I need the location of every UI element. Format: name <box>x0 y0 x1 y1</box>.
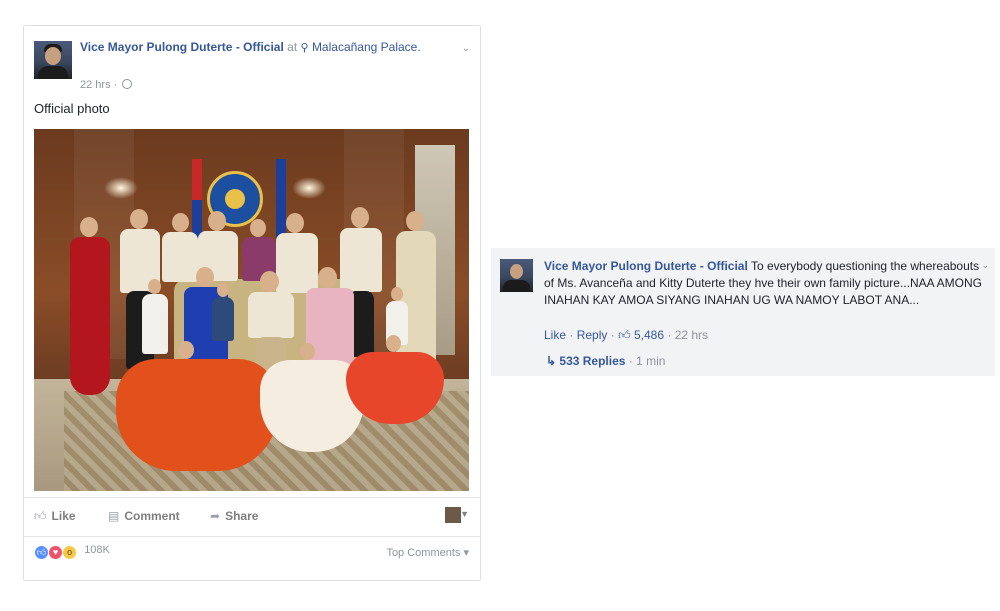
love-reaction-icon[interactable]: ♥ <box>48 545 64 560</box>
wow-reaction-icon[interactable]: o <box>62 545 78 560</box>
replies-time: 1 min <box>636 354 666 368</box>
reactions-bar: 👍︎ ♥ o 108K Top Comments ▾ <box>34 544 469 564</box>
comment-icon: ▤ <box>108 509 120 523</box>
location-pin-icon: ⚲ <box>300 42 309 54</box>
post-caption: Official photo <box>34 101 110 116</box>
reaction-count[interactable]: 108K <box>84 544 110 556</box>
comment-text: Vice Mayor Pulong Duterte - Official To … <box>544 258 984 309</box>
globe-icon <box>122 79 133 89</box>
thumbs-up-icon: 👍︎ <box>618 328 631 342</box>
replies-count: 533 Replies <box>559 354 626 368</box>
comment-meta: Like · Reply · 👍︎ 5,486 · 22 hrs <box>544 328 708 343</box>
caret-down-icon[interactable]: ▼ <box>460 509 469 519</box>
post-header-text: Vice Mayor Pulong Duterte - Official at … <box>80 39 460 57</box>
avatar-shirt <box>503 280 530 292</box>
comment-like-link[interactable]: Like <box>544 328 566 342</box>
wall-lamp <box>292 177 326 199</box>
like-icon: 👍︎ <box>34 509 47 523</box>
post-timestamp[interactable]: 22 hrs · <box>80 79 117 91</box>
avatar-face <box>510 264 523 279</box>
avatar-face <box>45 47 61 65</box>
reply-arrow-icon: ↳ <box>546 354 560 368</box>
at-text: at <box>287 40 298 54</box>
comment-options-icon[interactable]: ⌄ <box>981 260 989 271</box>
comment-author-link[interactable]: Vice Mayor Pulong Duterte - Official <box>544 259 748 273</box>
comment-time[interactable]: 22 hrs <box>675 328 708 342</box>
post-actions: 👍︎ Like ▤ Comment ➦ Share ▼ <box>34 503 469 533</box>
like-label: Like <box>51 509 76 523</box>
post-as-avatar[interactable] <box>445 507 461 523</box>
separator: · <box>569 328 577 342</box>
post-author-link[interactable]: Vice Mayor Pulong Duterte - Official <box>80 40 284 54</box>
separator: · <box>610 328 619 342</box>
post-card: Vice Mayor Pulong Duterte - Official at … <box>23 25 481 581</box>
like-button[interactable]: 👍︎ Like <box>34 509 76 524</box>
comment-avatar[interactable] <box>500 259 533 292</box>
share-icon: ➦ <box>210 509 221 523</box>
flag <box>192 159 202 241</box>
wall-lamp <box>104 177 138 199</box>
author-avatar[interactable] <box>34 41 72 79</box>
post-photo[interactable] <box>34 129 469 491</box>
post-meta: 22 hrs · <box>80 79 133 91</box>
location-link[interactable]: Malacañang Palace. <box>312 40 421 54</box>
like-reaction-icon[interactable]: 👍︎ <box>34 545 49 560</box>
share-label: Share <box>225 509 259 523</box>
divider <box>24 497 480 498</box>
comment-label: Comment <box>124 509 180 523</box>
flag <box>276 159 286 241</box>
top-comments-dropdown[interactable]: Top Comments ▾ <box>386 546 469 559</box>
comment-reply-link[interactable]: Reply <box>577 328 608 342</box>
comment-button[interactable]: ▤ Comment <box>108 509 180 523</box>
post-header: Vice Mayor Pulong Duterte - Official at … <box>34 39 470 95</box>
avatar-shirt <box>38 66 68 79</box>
share-button[interactable]: ➦ Share <box>210 509 258 523</box>
chevron-down-icon[interactable]: ⌄ <box>462 43 470 54</box>
comment-like-count[interactable]: 5,486 <box>634 328 664 342</box>
comment-card: Vice Mayor Pulong Duterte - Official To … <box>491 248 995 376</box>
separator: · <box>667 328 675 342</box>
view-replies-link[interactable]: ↳ 533 Replies · 1 min <box>546 354 665 368</box>
divider <box>24 536 480 537</box>
